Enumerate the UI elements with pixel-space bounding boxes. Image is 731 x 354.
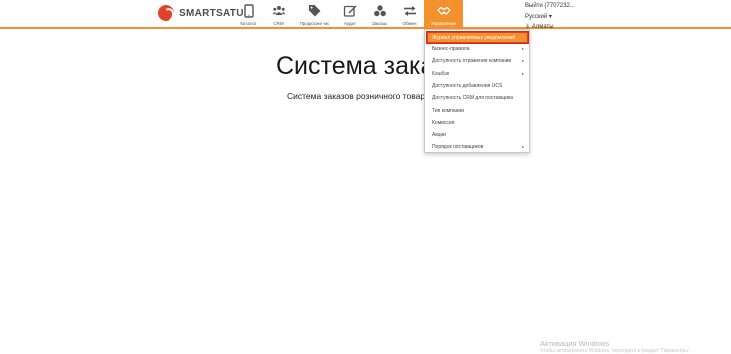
menu-item-company-type[interactable]: Тип компании	[432, 107, 528, 119]
menu-item-notifications-journal[interactable]: Журнал управляемых уведомлений	[427, 32, 528, 43]
tags-icon	[308, 5, 320, 17]
handshake-icon	[436, 6, 451, 15]
management-dropdown-menu: Журнал управляемых уведомлений Бизнес-пр…	[424, 29, 530, 153]
menu-item-company-visibility[interactable]: Доступность отражения компании ▸	[432, 57, 528, 69]
menu-item-crm-supplier[interactable]: Доступность CRM для поставщика	[432, 94, 528, 106]
boxes-icon	[373, 5, 386, 17]
tablet-icon	[243, 4, 254, 18]
menu-item-label: Акции	[432, 132, 446, 139]
nav-item-producing[interactable]: Продюсинг-мс	[293, 0, 336, 29]
menu-item-label: Доступность CRM для поставщика	[432, 95, 513, 102]
menu-item-commission[interactable]: Комиссия	[432, 119, 528, 131]
menu-item-label: Доступность отражения компании	[432, 58, 512, 65]
page-subtitle: Система заказов розничного товарооб	[287, 91, 424, 101]
menu-item-label: Кэшбэк	[432, 70, 450, 77]
windows-activation-watermark: Активация Windows	[540, 339, 610, 348]
city-select[interactable]: ⇓ Алматы	[525, 22, 575, 33]
menu-item-label: Порядок поставщиков	[432, 144, 484, 151]
nav-label: Обмен	[402, 21, 417, 26]
nav-item-audit[interactable]: Аудит	[336, 0, 364, 29]
user-panel: Выйти (7707232... Русский ▾ ⇓ Алматы	[525, 1, 575, 33]
nav-item-management[interactable]: Управление	[424, 0, 463, 29]
nav-label: CRM	[273, 21, 284, 26]
submenu-arrow-icon: ▸	[521, 46, 524, 51]
exchange-icon	[403, 6, 416, 16]
menu-item-business-rules[interactable]: Бизнес-правила ▸	[432, 45, 528, 57]
brand-logo-icon	[158, 5, 174, 21]
submenu-arrow-icon: ▸	[521, 144, 524, 150]
language-select[interactable]: Русский ▾	[525, 12, 575, 23]
menu-item-label: Журнал управляемых уведомлений	[432, 34, 516, 41]
main-nav: Каталог CRM Продюсинг-мс Аудит Заказы Об…	[233, 0, 463, 29]
menu-item-label: Комиссия	[432, 119, 455, 126]
brand-logo[interactable]: SMARTSATU	[158, 5, 244, 21]
menu-item-label: Доступность добавления UCS	[432, 82, 503, 89]
submenu-arrow-icon: ▸	[521, 58, 524, 64]
nav-label: Каталог	[240, 21, 257, 26]
menu-item-cashback[interactable]: Кэшбэк ▸	[432, 70, 528, 82]
page-title: Система заказ	[276, 52, 424, 80]
menu-item-ucs-availability[interactable]: Доступность добавления UCS	[432, 82, 528, 94]
top-navigation-bar: SMARTSATU Каталог CRM Продюсинг-мс Аудит…	[0, 0, 731, 30]
nav-label: Аудит	[343, 21, 357, 26]
submenu-arrow-icon: ▸	[521, 70, 524, 76]
menu-item-supplier-order[interactable]: Порядок поставщиков ▸	[432, 143, 528, 155]
nav-item-crm[interactable]: CRM	[264, 0, 293, 29]
nav-item-exchange[interactable]: Обмен	[395, 0, 424, 29]
nav-item-catalog[interactable]: Каталог	[233, 0, 264, 29]
windows-activation-hint: Чтобы активировать Windows, перейдите в …	[540, 348, 692, 354]
menu-item-promotions[interactable]: Акции	[432, 131, 528, 143]
nav-label: Управление	[430, 21, 457, 26]
edit-icon	[343, 5, 357, 17]
nav-label: Заказы	[371, 21, 388, 26]
nav-item-orders[interactable]: Заказы	[364, 0, 395, 29]
menu-item-label: Бизнес-правила	[432, 46, 470, 52]
people-icon	[272, 6, 285, 15]
logout-link[interactable]: Выйти (7707232...	[525, 1, 575, 12]
nav-label: Продюсинг-мс	[299, 21, 330, 26]
menu-item-label: Тип компании	[432, 107, 465, 114]
